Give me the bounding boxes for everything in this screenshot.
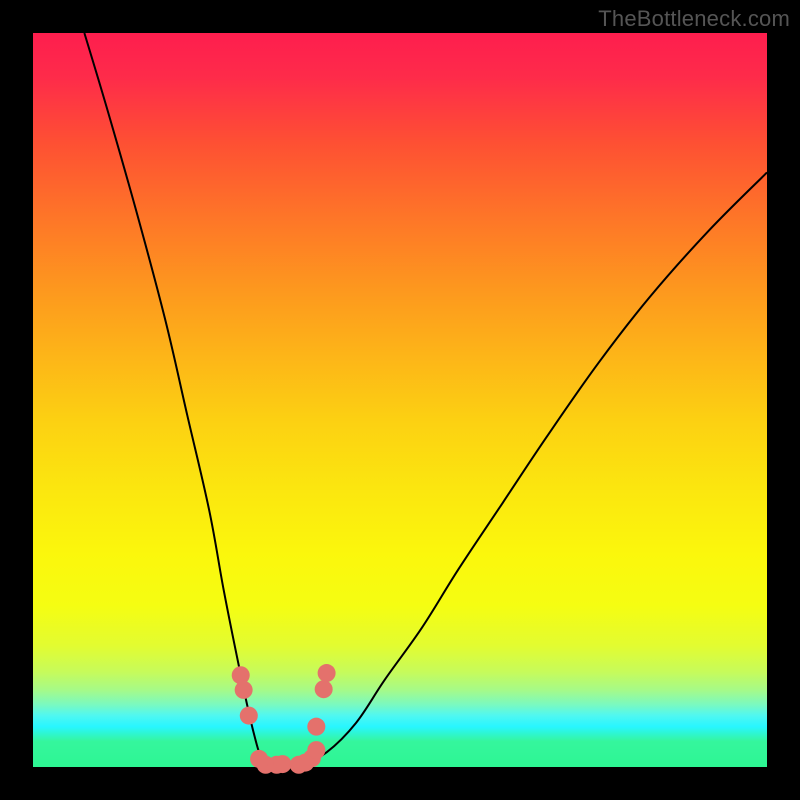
chart-svg [33,33,767,767]
dots-right-point [315,680,333,698]
right-curve [290,172,767,765]
watermark-text: TheBottleneck.com [598,6,790,32]
dots-left-point [240,707,258,725]
dots-layer [232,664,336,774]
left-curve [84,33,290,766]
chart-frame: TheBottleneck.com [0,0,800,800]
plot-area [33,33,767,767]
dots-right-point [307,741,325,759]
lines-layer [84,33,767,766]
dots-left-point [235,681,253,699]
dots-right-point [307,718,325,736]
dots-right-point [318,664,336,682]
dots-left-point [274,755,292,773]
